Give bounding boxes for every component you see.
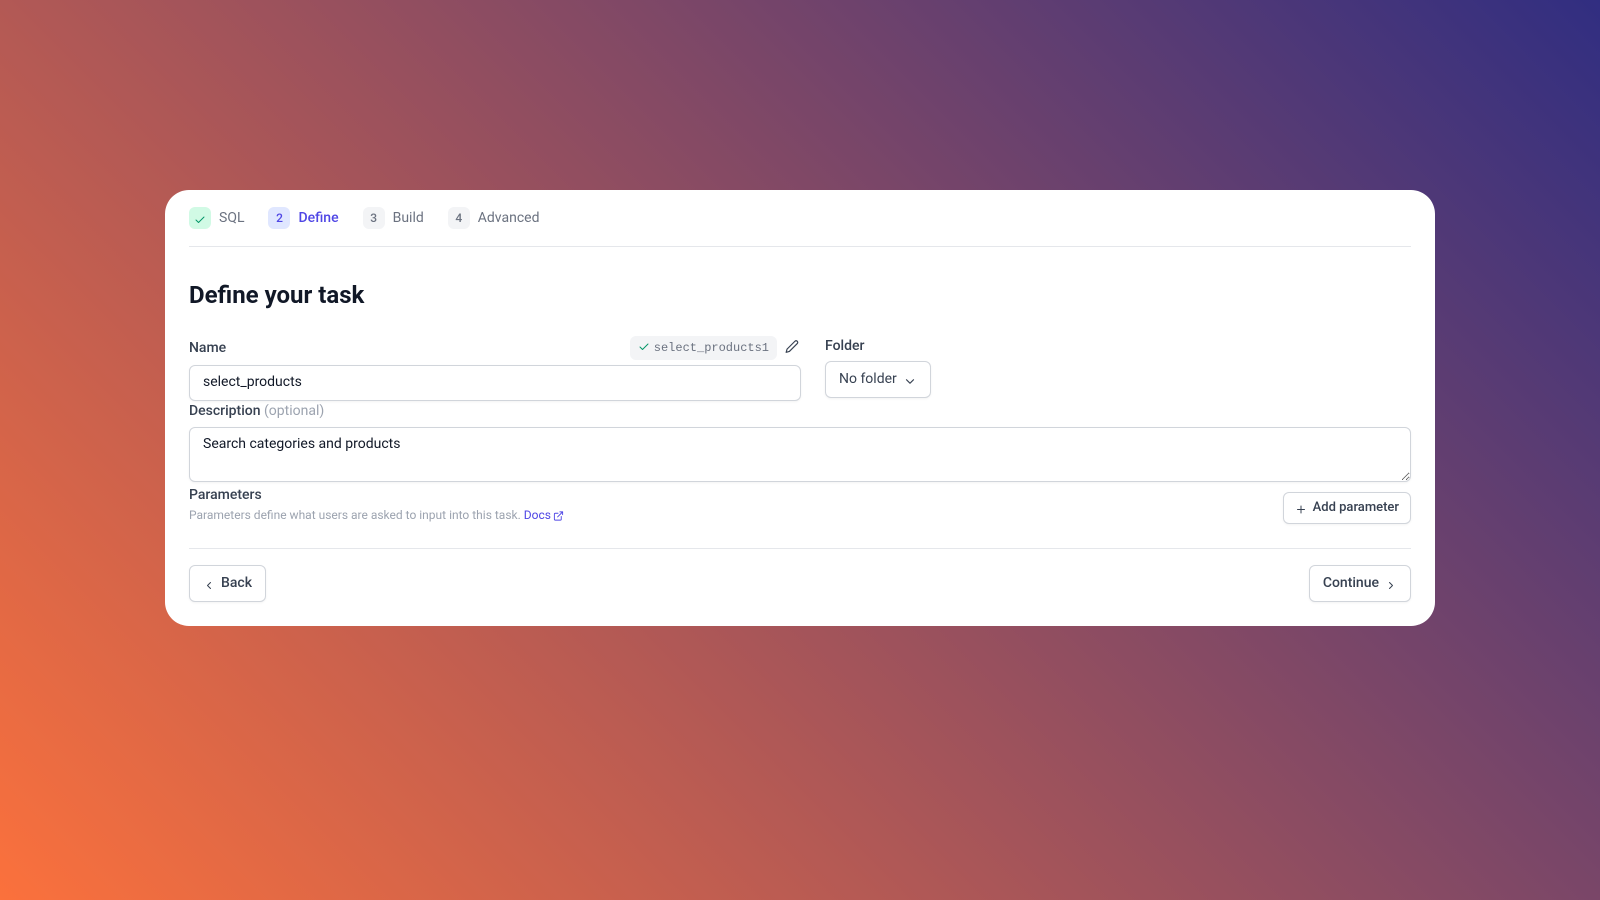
folder-selected: No folder xyxy=(839,369,897,390)
task-card: SQL 2 Define 3 Build 4 Advanced Define y… xyxy=(165,190,1435,626)
docs-link[interactable]: Docs xyxy=(524,506,564,524)
edit-slug-button[interactable] xyxy=(783,335,801,361)
name-input[interactable] xyxy=(189,365,801,401)
continue-button[interactable]: Continue xyxy=(1309,565,1411,602)
external-link-icon xyxy=(553,510,564,522)
step-define[interactable]: 2 Define xyxy=(268,207,338,229)
stepper: SQL 2 Define 3 Build 4 Advanced xyxy=(189,190,1411,247)
description-textarea[interactable] xyxy=(189,427,1411,482)
name-field: Name select_products1 xyxy=(189,335,801,401)
step-number: 3 xyxy=(363,207,385,229)
parameters-section: Parameters Parameters define what users … xyxy=(189,485,1411,524)
chevron-right-icon xyxy=(1385,579,1397,592)
step-number: 2 xyxy=(268,207,290,229)
folder-dropdown[interactable]: No folder xyxy=(825,361,931,398)
description-label: Description (optional) xyxy=(189,401,324,422)
name-label: Name xyxy=(189,338,226,359)
step-label: Build xyxy=(393,208,424,229)
step-label: Define xyxy=(298,208,338,229)
check-icon xyxy=(638,338,650,358)
step-advanced[interactable]: 4 Advanced xyxy=(448,207,540,229)
step-sql[interactable]: SQL xyxy=(189,207,244,229)
page-background: SQL 2 Define 3 Build 4 Advanced Define y… xyxy=(0,0,1600,900)
step-label: Advanced xyxy=(478,208,540,229)
chevron-left-icon xyxy=(203,579,215,592)
parameters-helper: Parameters define what users are asked t… xyxy=(189,506,564,524)
back-button[interactable]: Back xyxy=(189,565,266,602)
check-icon xyxy=(189,207,211,229)
parameters-title: Parameters xyxy=(189,485,564,506)
step-number: 4 xyxy=(448,207,470,229)
folder-label: Folder xyxy=(825,336,864,357)
step-build[interactable]: 3 Build xyxy=(363,207,424,229)
plus-icon xyxy=(1295,503,1307,516)
description-field: Description (optional) xyxy=(189,401,1411,489)
pencil-icon xyxy=(785,339,799,354)
page-title: Define your task xyxy=(189,279,1411,311)
slug-text: select_products1 xyxy=(654,339,769,357)
chevron-down-icon xyxy=(903,374,917,389)
folder-field: Folder No folder xyxy=(825,335,1411,398)
step-label: SQL xyxy=(219,208,244,229)
add-parameter-button[interactable]: Add parameter xyxy=(1283,492,1411,524)
slug-chip: select_products1 xyxy=(630,336,777,360)
footer: Back Continue xyxy=(189,548,1411,602)
